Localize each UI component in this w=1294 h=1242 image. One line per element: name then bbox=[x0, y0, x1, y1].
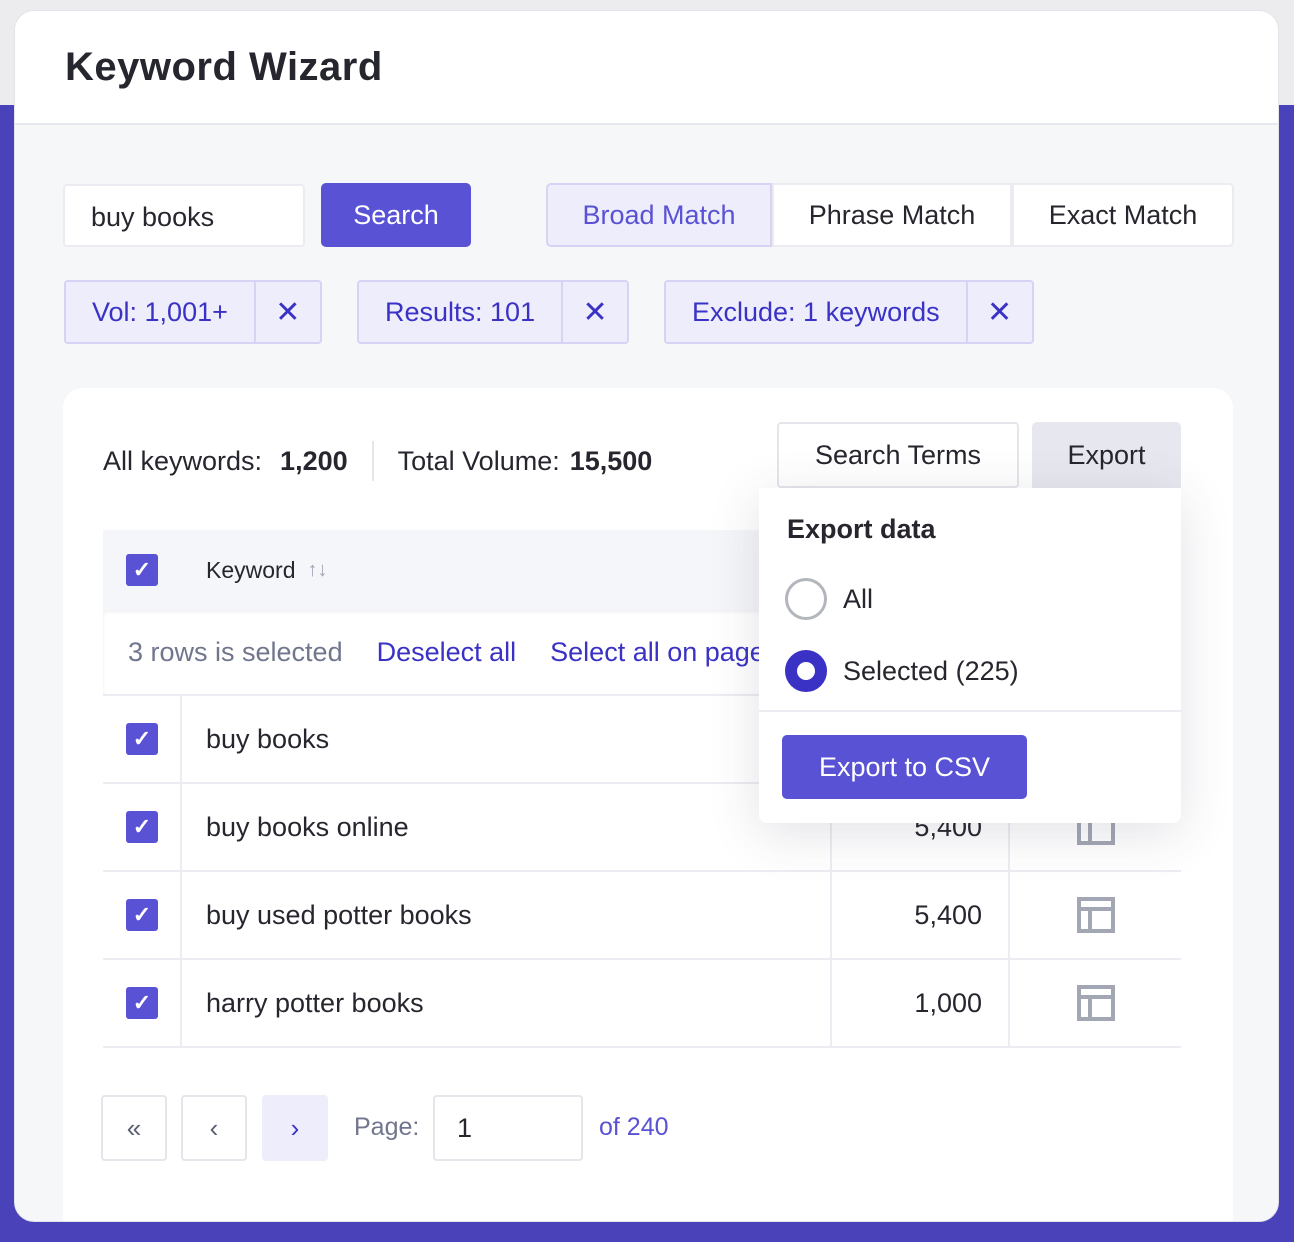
export-button[interactable]: Export bbox=[1032, 422, 1181, 488]
export-dropdown: Export data All Selected (225) Export to… bbox=[759, 488, 1181, 823]
radio-label: All bbox=[843, 583, 874, 614]
keyword-cell: buy books bbox=[182, 696, 832, 782]
tab-broad-match[interactable]: Broad Match bbox=[546, 183, 772, 247]
export-dropdown-title: Export data bbox=[787, 514, 936, 544]
all-keywords-value: 1,200 bbox=[280, 445, 348, 476]
total-volume-label: Total Volume: bbox=[397, 445, 560, 476]
export-to-csv-button[interactable]: Export to CSV bbox=[782, 735, 1027, 799]
row-checkbox-cell: ✓ bbox=[103, 696, 182, 782]
search-input[interactable]: buy books bbox=[63, 184, 305, 247]
deselect-all-link[interactable]: Deselect all bbox=[377, 637, 517, 668]
sort-icon[interactable]: ↑↓ bbox=[307, 559, 327, 582]
keyword-cell: harry potter books bbox=[182, 960, 832, 1046]
filter-chip-exclude: Exclude: 1 keywords ✕ bbox=[664, 280, 1034, 344]
close-icon[interactable]: ✕ bbox=[253, 282, 320, 342]
row-checkbox[interactable]: ✓ bbox=[126, 987, 158, 1019]
keyword-cell: buy books online bbox=[182, 784, 832, 870]
tab-exact-match[interactable]: Exact Match bbox=[1012, 183, 1234, 247]
prev-page-button[interactable]: ‹ bbox=[181, 1095, 247, 1161]
row-checkbox[interactable]: ✓ bbox=[126, 899, 158, 931]
total-volume-value: 15,500 bbox=[569, 445, 653, 476]
serp-layout-icon[interactable] bbox=[1010, 872, 1181, 958]
all-keywords-label: All keywords: bbox=[103, 445, 263, 476]
close-icon[interactable]: ✕ bbox=[965, 282, 1032, 342]
search-terms-button[interactable]: Search Terms bbox=[777, 422, 1019, 488]
row-checkbox-cell: ✓ bbox=[103, 784, 182, 870]
volume-cell: 1,000 bbox=[832, 960, 1010, 1046]
page-input[interactable]: 1 bbox=[433, 1095, 583, 1161]
row-checkbox-cell: ✓ bbox=[103, 872, 182, 958]
keyword-wizard-card: Keyword Wizard buy books Search Broad Ma… bbox=[14, 10, 1279, 1222]
next-page-button[interactable]: › bbox=[262, 1095, 328, 1161]
radio-selected[interactable]: Selected (225) bbox=[785, 650, 1019, 692]
results-panel: All keywords: 1,200 Total Volume: 15,500… bbox=[63, 388, 1233, 1221]
close-icon[interactable]: ✕ bbox=[561, 282, 627, 342]
radio-all[interactable]: All bbox=[785, 578, 873, 620]
volume-cell: 5,400 bbox=[832, 872, 1010, 958]
selection-text: 3 rows is selected bbox=[128, 636, 343, 667]
filter-label: Results: 101 bbox=[385, 296, 536, 327]
filter-chip-results: Results: 101 ✕ bbox=[357, 280, 630, 344]
match-type-segmented: Broad Match Phrase Match Exact Match bbox=[546, 183, 1234, 247]
row-checkbox[interactable]: ✓ bbox=[126, 723, 158, 755]
table-row[interactable]: ✓ buy used potter books 5,400 bbox=[103, 872, 1181, 960]
page-title: Keyword Wizard bbox=[65, 45, 383, 89]
serp-layout-icon[interactable] bbox=[1010, 960, 1181, 1046]
row-checkbox[interactable]: ✓ bbox=[126, 811, 158, 843]
column-header-keyword[interactable]: Keyword bbox=[206, 557, 295, 584]
radio-label: Selected (225) bbox=[843, 655, 1019, 686]
page-count: of 240 bbox=[599, 1113, 669, 1141]
radio-checked-icon bbox=[785, 650, 827, 692]
first-page-button[interactable]: « bbox=[101, 1095, 167, 1161]
filter-label: Vol: 1,001+ bbox=[92, 296, 228, 327]
filter-label: Exclude: 1 keywords bbox=[692, 296, 940, 327]
page-label: Page: bbox=[354, 1113, 420, 1141]
select-all-on-page-link[interactable]: Select all on page bbox=[550, 637, 765, 668]
tab-phrase-match[interactable]: Phrase Match bbox=[772, 183, 1012, 247]
divider bbox=[759, 710, 1181, 712]
select-all-checkbox[interactable]: ✓ bbox=[126, 554, 158, 586]
keyword-cell: buy used potter books bbox=[182, 872, 832, 958]
radio-unchecked-icon bbox=[785, 578, 827, 620]
divider bbox=[371, 441, 374, 481]
table-row[interactable]: ✓ harry potter books 1,000 bbox=[103, 960, 1181, 1048]
stats-bar: All keywords: 1,200 Total Volume: 15,500 bbox=[103, 441, 652, 481]
row-checkbox-cell: ✓ bbox=[103, 960, 182, 1046]
search-button[interactable]: Search bbox=[321, 183, 471, 247]
filter-chip-volume: Vol: 1,001+ ✕ bbox=[64, 280, 322, 344]
header: Keyword Wizard bbox=[15, 11, 1278, 125]
